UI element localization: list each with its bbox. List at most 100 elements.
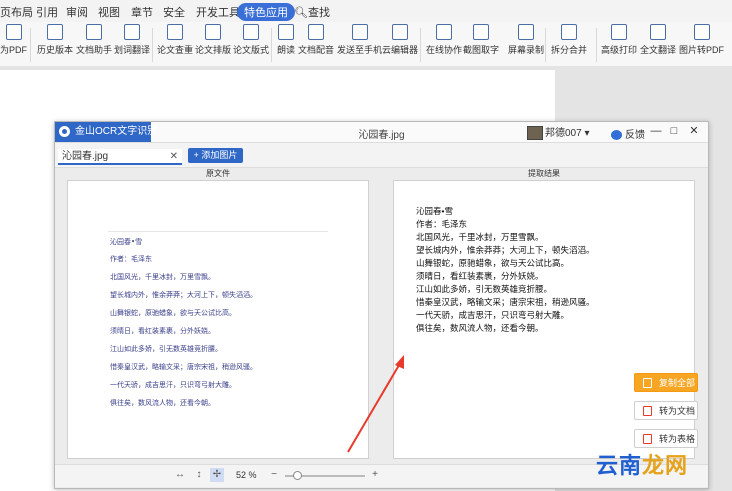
feedback-label: 反馈	[625, 130, 645, 141]
tab-references[interactable]: 引用	[36, 4, 58, 20]
read-aloud-button[interactable]: 朗读	[277, 24, 295, 56]
split-merge-label: 拆分合并	[551, 45, 588, 55]
tab-developer[interactable]: 开发工具	[196, 4, 240, 20]
doc-assistant-button[interactable]: 文档助手	[76, 24, 112, 56]
file-tab-bar: 沁园春.jpg ✕ + 添加图片	[55, 143, 708, 168]
pan-icon[interactable]: ✢	[210, 468, 224, 482]
collab-icon	[436, 24, 452, 40]
source-line: 惜秦皇汉武，略输文采；唐宗宋祖，稍逊风骚。	[110, 363, 257, 371]
source-image-pane[interactable]: 沁园春•雪 作者：毛泽东 北国风光，千里冰封，万里雪飘。 望长城内外，惟余莽莽；…	[67, 180, 369, 459]
ribbon-toolbar: 为PDF 历史版本 文档助手 划词翻译 论文查重 论文排版 论文版式 朗读 文档…	[0, 22, 732, 67]
watermark-logo: 云南龙网	[596, 448, 688, 480]
image-to-pdf-button[interactable]: 图片转PDF	[679, 24, 724, 56]
tab-section[interactable]: 章节	[131, 4, 153, 20]
image-pdf-icon	[693, 24, 710, 40]
split-merge-button[interactable]: 拆分合并	[551, 24, 587, 56]
source-line: 须晴日，看红装素裹，分外妖娆。	[110, 327, 215, 335]
advanced-print-label: 高级打印	[601, 45, 638, 55]
paper-format-button[interactable]: 论文版式	[233, 24, 269, 56]
source-line: 山舞银蛇，原驰蜡象，欲与天公试比高。	[110, 309, 236, 317]
full-translate-button[interactable]: 全文翻译	[640, 24, 676, 56]
minimize-icon[interactable]: —	[649, 124, 663, 139]
zoom-slider-knob[interactable]	[293, 471, 302, 480]
tab-search[interactable]: 🔍︎查找	[294, 4, 330, 20]
history-label: 历史版本	[37, 45, 74, 55]
screenshot-text-button[interactable]: 截图取字	[463, 24, 499, 56]
online-collab-button[interactable]: 在线协作	[426, 24, 462, 56]
fit-height-icon[interactable]: ↕	[192, 468, 206, 482]
advanced-print-button[interactable]: 高级打印	[601, 24, 637, 56]
copy-all-label: 复制全部	[659, 378, 696, 388]
tab-page-layout[interactable]: 页布局	[0, 4, 33, 20]
source-line: 江山如此多娇，引无数英雄竞折腰。	[110, 345, 222, 353]
chat-icon	[611, 130, 622, 141]
result-line: 须晴日，看红装素裹，分外妖娆。	[416, 271, 544, 281]
cloud-editor-button[interactable]: 云编辑器	[382, 24, 418, 56]
source-line: 一代天骄，成吉思汗，只识弯弓射大雕。	[110, 381, 236, 389]
copy-all-button[interactable]: 复制全部	[634, 373, 698, 392]
ribbon-divider	[152, 28, 153, 62]
zoom-slider[interactable]	[285, 471, 365, 480]
tab-special-apps[interactable]: 特色应用	[237, 3, 295, 21]
result-line: 作者：毛泽东	[416, 219, 468, 229]
doc-icon	[643, 406, 652, 416]
fit-width-icon[interactable]: ↔	[173, 468, 187, 482]
ribbon-tab-bar: 页布局 引用 审阅 视图 章节 安全 开发工具 特色应用 🔍︎查找	[0, 0, 732, 23]
zoom-level: 52 %	[236, 470, 257, 480]
paper-layout-button[interactable]: 论文排版	[195, 24, 231, 56]
copy-icon	[643, 378, 652, 388]
source-line: 望长城内外，惟余莽莽；大河上下，顿失滔滔。	[110, 291, 257, 299]
tab-security[interactable]: 安全	[163, 4, 185, 20]
tab-review[interactable]: 审阅	[66, 4, 88, 20]
export-pdf-button[interactable]: 为PDF	[0, 24, 27, 56]
page-margin-line	[108, 231, 328, 232]
zoom-out-icon[interactable]: −	[267, 468, 281, 482]
image-to-pdf-label: 图片转PDF	[679, 45, 725, 55]
close-icon[interactable]: ✕	[687, 124, 701, 139]
paper-layout-label: 论文排版	[195, 45, 232, 55]
result-pane-title: 提取结果	[528, 169, 560, 178]
screen-record-button[interactable]: 屏幕录制	[508, 24, 544, 56]
dubbing-label: 文档配音	[298, 45, 335, 55]
convert-to-doc-button[interactable]: 转为文档	[634, 401, 698, 420]
result-line: 俱往矣，数风流人物，还看今朝。	[416, 323, 544, 333]
translate-icon	[124, 24, 140, 40]
paper-format-icon	[243, 24, 259, 40]
feedback-button[interactable]: 反馈	[611, 126, 645, 141]
speaker-icon	[278, 24, 294, 40]
avatar	[527, 126, 543, 141]
read-aloud-label: 朗读	[277, 45, 296, 55]
search-label: 查找	[307, 7, 330, 19]
close-tab-icon[interactable]: ✕	[170, 149, 178, 164]
source-line: 沁园春•雪	[110, 238, 143, 246]
full-translate-icon	[650, 24, 666, 40]
cloud-editor-label: 云编辑器	[382, 45, 419, 55]
history-icon	[47, 24, 63, 40]
maximize-icon[interactable]: □	[667, 124, 681, 139]
dubbing-icon	[308, 24, 324, 40]
result-line: 望长城内外，惟余莽莽；大河上下，顿失滔滔。	[416, 245, 595, 255]
convert-to-table-button[interactable]: 转为表格	[634, 429, 698, 448]
paper-layout-icon	[205, 24, 221, 40]
tab-view[interactable]: 视图	[98, 4, 120, 20]
user-menu[interactable]: 邦德007 ▾	[527, 124, 590, 141]
add-image-button[interactable]: + 添加图片	[188, 148, 243, 163]
split-merge-icon	[561, 24, 577, 40]
file-tab-label: 沁园春.jpg	[62, 151, 109, 162]
cloud-icon	[392, 24, 408, 40]
screenshot-text-label: 截图取字	[463, 45, 500, 55]
convert-to-doc-label: 转为文档	[659, 406, 696, 416]
history-button[interactable]: 历史版本	[37, 24, 73, 56]
chevron-down-icon: ▾	[584, 128, 590, 139]
paper-check-button[interactable]: 论文查重	[157, 24, 193, 56]
dubbing-button[interactable]: 文档配音	[298, 24, 334, 56]
ribbon-divider	[271, 28, 272, 62]
ocr-dialog: 金山OCR文字识别 沁园春.jpg 邦德007 ▾ 反馈 — □ ✕ 沁园春.j…	[54, 121, 709, 489]
file-tab[interactable]: 沁园春.jpg ✕	[58, 149, 182, 165]
dialog-titlebar[interactable]: 金山OCR文字识别 沁园春.jpg 邦德007 ▾ 反馈 — □ ✕	[55, 122, 708, 143]
send-to-phone-button[interactable]: 发送至手机	[337, 24, 382, 56]
word-translate-button[interactable]: 划词翻译	[114, 24, 150, 56]
zoom-in-icon[interactable]: +	[368, 468, 382, 482]
ribbon-divider	[596, 28, 597, 62]
doc-assistant-label: 文档助手	[76, 45, 113, 55]
